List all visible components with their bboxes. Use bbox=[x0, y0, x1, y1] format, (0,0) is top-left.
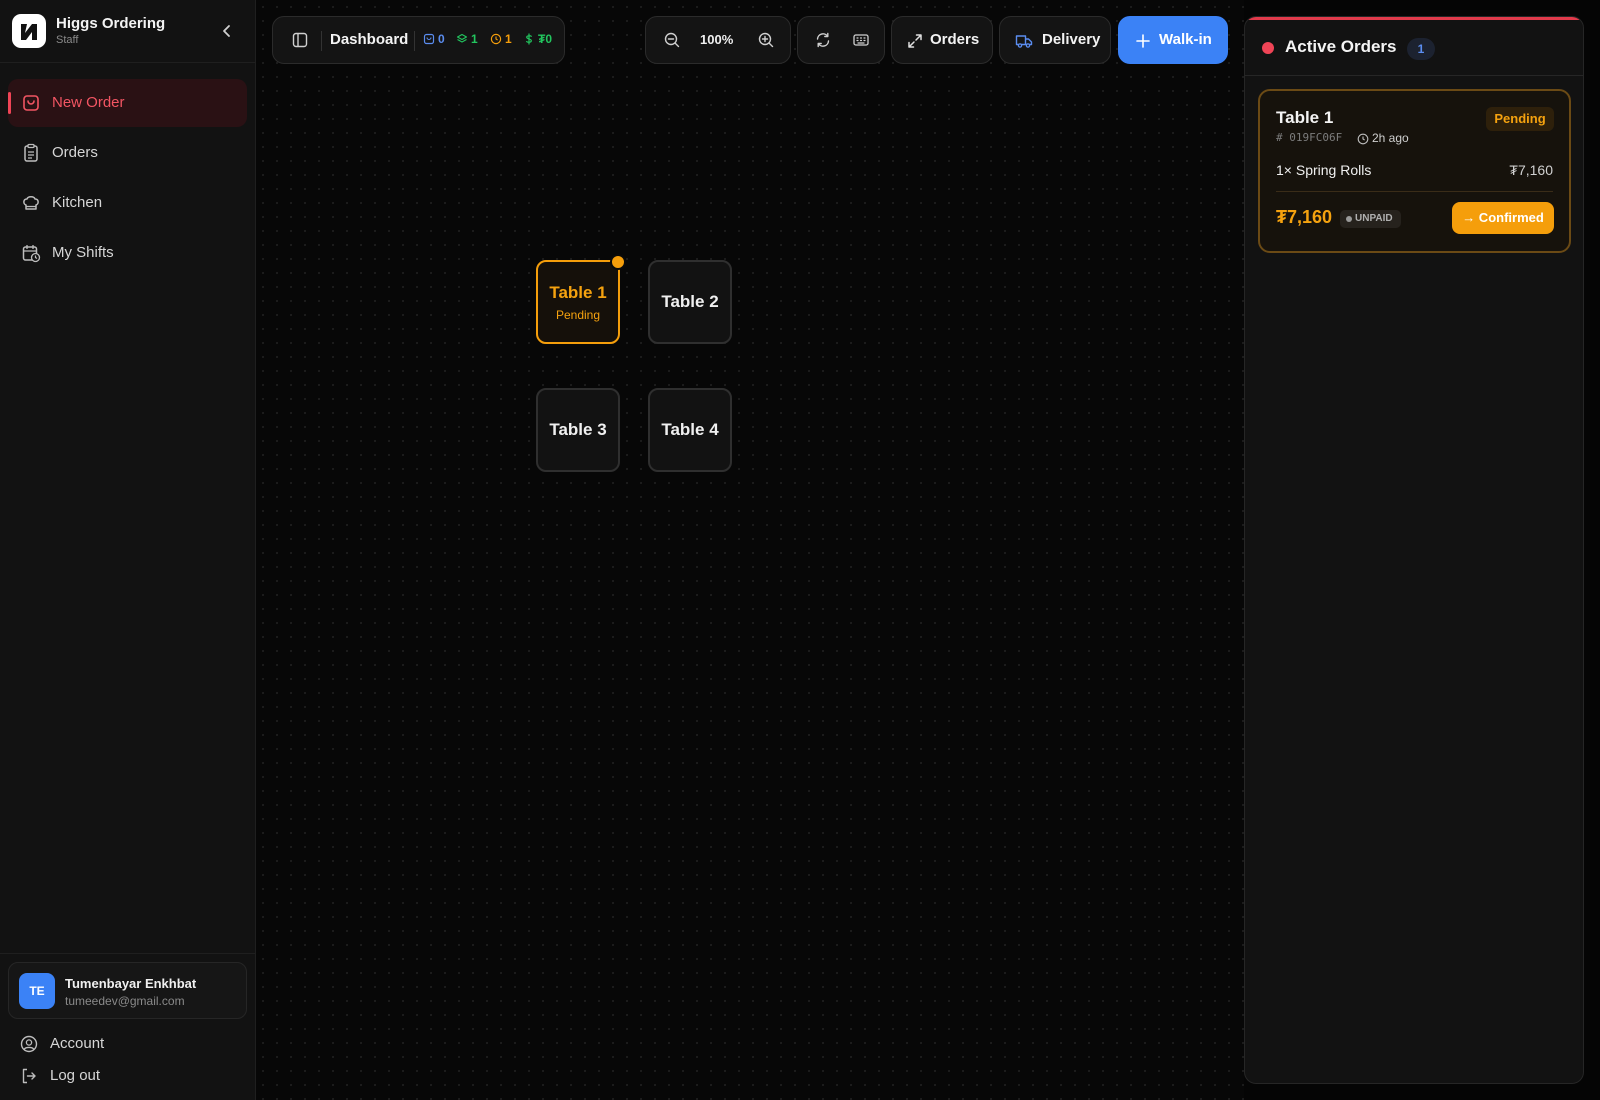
order-time: 2h ago bbox=[1372, 131, 1409, 145]
user-circle-icon bbox=[20, 1035, 38, 1053]
payment-dot bbox=[1346, 216, 1352, 222]
truck-icon bbox=[1015, 35, 1033, 48]
brand-logo bbox=[12, 14, 46, 48]
dollar-icon bbox=[526, 33, 532, 45]
avatar: TE bbox=[19, 973, 55, 1009]
sidebar-item-kitchen[interactable]: Kitchen bbox=[8, 179, 247, 227]
chef-hat-icon bbox=[23, 196, 39, 210]
delivery-button[interactable]: Delivery bbox=[999, 16, 1111, 64]
active-orders-panel: Active Orders 1 Table 1 Pending # 019FC0… bbox=[1244, 16, 1584, 1084]
clock-icon bbox=[490, 33, 502, 45]
sidebar-item-label: Orders bbox=[52, 144, 98, 161]
order-card[interactable]: Table 1 Pending # 019FC06F 2h ago 1× Spr… bbox=[1258, 89, 1571, 253]
zoom-out-icon[interactable] bbox=[663, 31, 681, 49]
sidebar-item-label: New Order bbox=[52, 94, 125, 111]
app-root: Higgs Ordering Staff New Order Orders Ki… bbox=[0, 0, 1600, 1100]
table-node-4[interactable]: Table 4 bbox=[648, 388, 732, 472]
user-card[interactable]: TE Tumenbayar Enkhbat tumeedev@gmail.com bbox=[8, 962, 247, 1019]
brand-logo-icon bbox=[21, 24, 37, 40]
divider bbox=[321, 31, 322, 51]
order-item-price: ₮7,160 bbox=[1509, 162, 1553, 178]
account-link[interactable]: Account bbox=[20, 1032, 220, 1056]
orders-fullscreen-button[interactable]: Orders bbox=[891, 16, 993, 64]
orders-button-label: Orders bbox=[930, 31, 980, 48]
chevron-left-icon bbox=[223, 25, 230, 37]
layers-icon bbox=[456, 33, 468, 43]
user-name: Tumenbayar Enkhbat bbox=[65, 976, 197, 991]
delivery-button-label: Delivery bbox=[1042, 31, 1101, 48]
brand-title: Higgs Ordering bbox=[56, 15, 166, 32]
sidebar-item-label: Kitchen bbox=[52, 194, 103, 211]
dashboard-toolbar: Dashboard 0 1 1 ₮0 bbox=[272, 16, 565, 64]
status-badge: Pending bbox=[1486, 107, 1554, 131]
refresh-icon[interactable] bbox=[814, 31, 832, 49]
table-name: Table 3 bbox=[549, 420, 607, 439]
clipboard-list-icon bbox=[24, 143, 38, 162]
divider bbox=[0, 953, 262, 954]
zoom-controls: 100% bbox=[645, 16, 791, 64]
stat-value: 0 bbox=[438, 32, 445, 46]
confirm-order-button[interactable]: → Confirmed bbox=[1452, 202, 1554, 234]
plus-icon bbox=[1136, 34, 1150, 48]
table-node-2[interactable]: Table 2 bbox=[648, 260, 732, 344]
order-table-name: Table 1 bbox=[1276, 108, 1334, 127]
divider bbox=[1276, 191, 1553, 192]
keyboard-icon[interactable] bbox=[852, 31, 870, 49]
stat-value: 1 bbox=[471, 32, 478, 46]
logout-label: Log out bbox=[50, 1067, 101, 1084]
log-out-icon bbox=[22, 1068, 36, 1084]
order-id: # 019FC06F bbox=[1276, 131, 1343, 144]
table-status: Pending bbox=[555, 308, 601, 322]
account-label: Account bbox=[50, 1035, 105, 1052]
zoom-in-icon[interactable] bbox=[757, 31, 775, 49]
shopping-bag-icon bbox=[23, 95, 39, 111]
sidebar: Higgs Ordering Staff New Order Orders Ki… bbox=[0, 0, 262, 1100]
active-orders-title: Active Orders bbox=[1285, 37, 1397, 56]
order-item: 1× Spring Rolls bbox=[1276, 162, 1372, 178]
panel-toggle-icon[interactable] bbox=[291, 31, 309, 49]
divider bbox=[414, 31, 415, 51]
clock-icon bbox=[1357, 133, 1369, 145]
brand-header: Higgs Ordering Staff bbox=[0, 0, 255, 63]
user-email: tumeedev@gmail.com bbox=[65, 994, 185, 1008]
expand-icon bbox=[908, 34, 922, 48]
canvas-tools bbox=[797, 16, 885, 64]
order-id-value: 019FC06F bbox=[1289, 131, 1343, 144]
floor-plan-canvas[interactable] bbox=[256, 0, 1244, 1100]
zoom-level: 100% bbox=[700, 32, 734, 47]
walk-in-button[interactable]: Walk-in bbox=[1118, 16, 1228, 64]
logout-link[interactable]: Log out bbox=[20, 1064, 220, 1088]
table-name: Table 4 bbox=[661, 420, 719, 439]
table-node-3[interactable]: Table 3 bbox=[536, 388, 620, 472]
collapse-sidebar-button[interactable] bbox=[218, 22, 236, 40]
sidebar-item-orders[interactable]: Orders bbox=[8, 129, 247, 177]
order-total: ₮7,160 bbox=[1276, 207, 1333, 227]
calendar-clock-icon bbox=[22, 245, 41, 263]
active-orders-header: Active Orders 1 bbox=[1245, 20, 1583, 76]
pending-indicator bbox=[610, 254, 626, 270]
stat-value: ₮0 bbox=[538, 32, 553, 46]
table-name: Table 2 bbox=[661, 292, 719, 311]
stat-value: 1 bbox=[505, 32, 512, 46]
live-indicator bbox=[1262, 42, 1274, 54]
walk-in-button-label: Walk-in bbox=[1159, 31, 1212, 48]
payment-status: UNPAID bbox=[1355, 213, 1393, 224]
sidebar-item-new-order[interactable]: New Order bbox=[8, 79, 247, 127]
payment-status-badge: UNPAID bbox=[1340, 210, 1401, 228]
brand-subtitle: Staff bbox=[56, 34, 79, 46]
shopping-bag-icon bbox=[423, 33, 435, 45]
active-orders-count: 1 bbox=[1407, 38, 1435, 60]
table-name: Table 1 bbox=[549, 283, 607, 302]
sidebar-item-label: My Shifts bbox=[52, 244, 114, 261]
table-node-1[interactable]: Table 1 Pending bbox=[536, 254, 626, 344]
sidebar-item-my-shifts[interactable]: My Shifts bbox=[8, 229, 247, 277]
page-title: Dashboard bbox=[330, 31, 409, 48]
active-indicator bbox=[8, 92, 11, 114]
